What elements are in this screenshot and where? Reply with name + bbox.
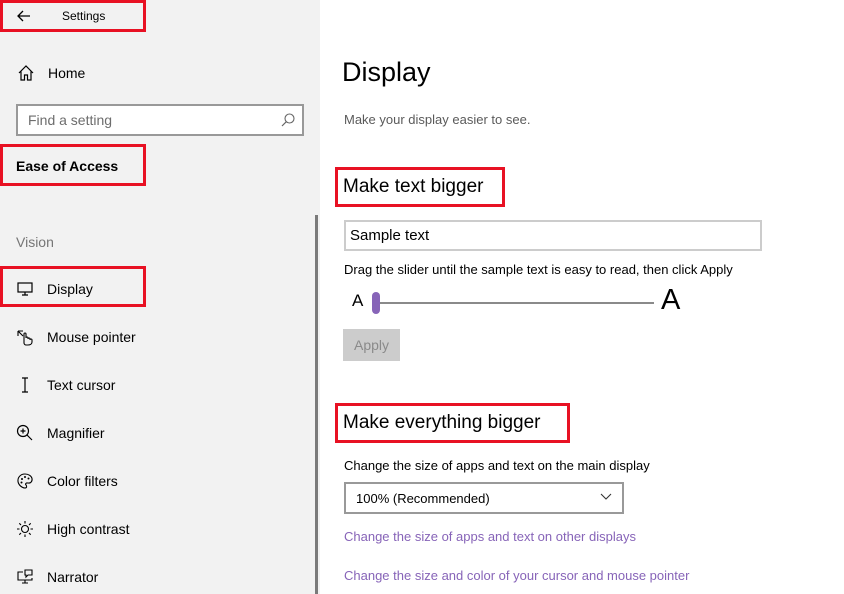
slider-thumb[interactable] (372, 292, 380, 314)
home-label: Home (48, 65, 86, 81)
home-link[interactable]: Home (16, 62, 85, 84)
highlight-box-everything-bigger (335, 403, 570, 443)
text-size-slider[interactable] (372, 292, 654, 314)
scale-dropdown-value: 100% (Recommended) (356, 490, 490, 506)
slider-max-label: A (661, 284, 681, 316)
slider-track[interactable] (376, 302, 654, 304)
link-cursor-pointer[interactable]: Change the size and color of your cursor… (344, 568, 689, 583)
highlight-box-display (0, 266, 146, 307)
sidebar-item-label: Color filters (47, 473, 118, 489)
highlight-box-text-bigger (335, 167, 505, 207)
apply-button[interactable]: Apply (343, 329, 400, 361)
sidebar-item-label: Magnifier (47, 425, 105, 441)
text-cursor-icon (22, 377, 28, 393)
page-subtitle: Make your display easier to see. (344, 112, 531, 127)
sidebar-item-label: High contrast (47, 521, 130, 537)
sidebar-item-narrator[interactable]: Narrator (0, 557, 300, 594)
home-icon (18, 65, 34, 81)
slider-min-label: A (352, 291, 364, 310)
mouse-pointer-icon (17, 330, 33, 346)
link-other-displays[interactable]: Change the size of apps and text on othe… (344, 529, 636, 544)
highlight-box-section (0, 144, 146, 186)
search-input[interactable] (18, 106, 268, 134)
search-box[interactable] (16, 104, 304, 136)
group-label-vision: Vision (16, 234, 54, 250)
color-palette-icon (17, 473, 33, 489)
sidebar-item-mouse-pointer[interactable]: Mouse pointer (0, 317, 300, 357)
sidebar-item-label: Narrator (47, 569, 99, 585)
narrator-icon (17, 569, 33, 584)
slider-help-text: Drag the slider until the sample text is… (344, 262, 733, 277)
high-contrast-icon (17, 521, 33, 537)
magnifier-icon (16, 424, 33, 441)
search-icon[interactable] (280, 112, 296, 128)
sample-text-box: Sample text (344, 220, 762, 251)
sidebar-item-magnifier[interactable]: Magnifier (0, 413, 300, 453)
sidebar: Settings Home Ease of Access Vision Disp… (0, 0, 320, 594)
chevron-down-icon (600, 493, 612, 500)
highlight-box-title (0, 0, 146, 32)
sidebar-item-high-contrast[interactable]: High contrast (0, 509, 300, 549)
sidebar-item-label: Mouse pointer (47, 329, 136, 345)
sidebar-item-color-filters[interactable]: Color filters (0, 461, 300, 501)
scale-label: Change the size of apps and text on the … (344, 458, 650, 473)
sidebar-item-label: Text cursor (47, 377, 116, 393)
sidebar-item-text-cursor[interactable]: Text cursor (0, 365, 300, 405)
page-title: Display (342, 57, 431, 87)
scale-dropdown[interactable]: 100% (Recommended) (344, 482, 624, 514)
sidebar-scrollbar[interactable] (315, 215, 318, 594)
